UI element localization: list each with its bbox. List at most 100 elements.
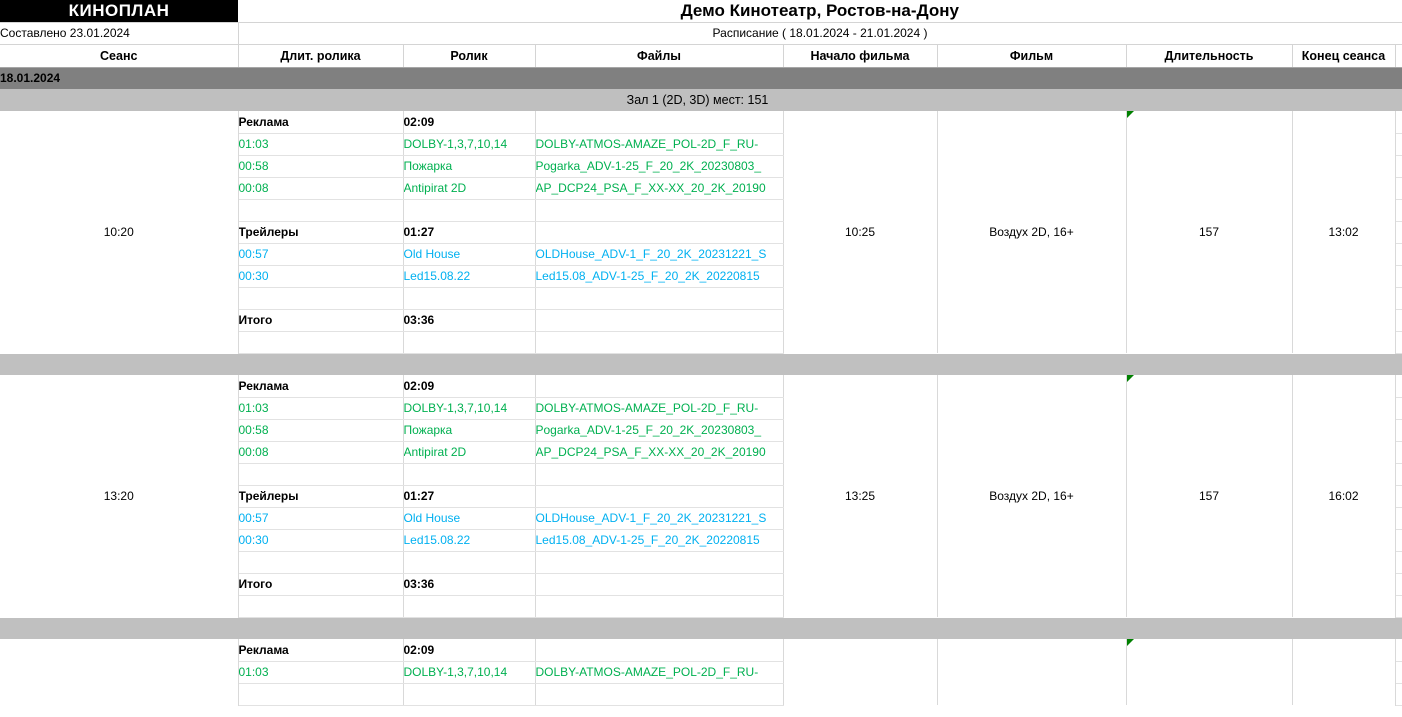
clip-name[interactable]: Пожарка bbox=[403, 419, 536, 442]
block-file-empty bbox=[535, 111, 784, 134]
clip-name[interactable]: DOLBY-1,3,7,10,14 bbox=[403, 133, 536, 156]
column-header-6[interactable]: Фильм bbox=[937, 44, 1127, 68]
spacer-duration bbox=[238, 595, 404, 618]
session-2-row: Реклама 02:09 bbox=[0, 639, 1402, 705]
row-tail bbox=[1395, 177, 1402, 200]
hall-band-row: Зал 1 (2D, 3D) мест: 151 bbox=[0, 89, 1402, 111]
row-tail bbox=[1395, 155, 1402, 178]
film-duration-value: 157 bbox=[1198, 225, 1220, 239]
row-tail bbox=[1395, 551, 1402, 574]
column-header-3[interactable]: Ролик bbox=[403, 44, 536, 68]
block-label: Итого bbox=[238, 573, 404, 596]
clip-duration: 00:30 bbox=[238, 529, 404, 552]
row-tail bbox=[1395, 639, 1402, 662]
clip-duration: 00:57 bbox=[238, 507, 404, 530]
clip-name[interactable]: Пожарка bbox=[403, 155, 536, 178]
row-tail bbox=[1395, 595, 1402, 618]
session-0-row: 10:20 Реклама 02:09 10:25 Воздух 2D, 16+ 157 1… bbox=[0, 111, 1402, 353]
block-total-duration: 03:36 bbox=[403, 309, 536, 332]
spacer-file bbox=[535, 199, 784, 222]
block-total-duration: 02:09 bbox=[403, 111, 536, 134]
spacer-duration bbox=[238, 463, 404, 486]
block-label: Итого bbox=[238, 309, 404, 332]
spacer-duration bbox=[238, 683, 404, 706]
header-row: КИНОПЛАН Демо Кинотеатр, Ростов-на-Дону bbox=[0, 0, 1402, 22]
spacer-duration bbox=[238, 287, 404, 310]
film-start-time: 10:25 bbox=[783, 111, 938, 353]
clip-name[interactable]: DOLBY-1,3,7,10,14 bbox=[403, 397, 536, 420]
block-label: Реклама bbox=[238, 639, 404, 662]
spacer-duration bbox=[238, 199, 404, 222]
column-header-1[interactable]: Сеанс bbox=[0, 44, 239, 68]
column-header-8[interactable]: Конец сеанса bbox=[1292, 44, 1396, 68]
hall-band-tail bbox=[1395, 89, 1402, 111]
clip-file[interactable]: Led15.08_ADV-1-25_F_20_2K_20220815 bbox=[535, 265, 784, 288]
block-total-duration: 02:09 bbox=[403, 639, 536, 662]
clip-file[interactable]: AP_DCP24_PSA_F_XX-XX_20_2K_20190 bbox=[535, 441, 784, 464]
clip-file[interactable]: OLDHouse_ADV-1_F_20_2K_20231221_S bbox=[535, 507, 784, 530]
block-label: Трейлеры bbox=[238, 221, 404, 244]
row-tail bbox=[1395, 221, 1402, 244]
clip-duration: 00:30 bbox=[238, 265, 404, 288]
row-tail bbox=[1395, 199, 1402, 222]
cell-note-marker-icon bbox=[1126, 111, 1134, 118]
clip-duration: 00:58 bbox=[238, 155, 404, 178]
date-band-tail bbox=[1395, 67, 1402, 89]
session-time: 13:20 bbox=[0, 375, 239, 617]
row-tail bbox=[1395, 111, 1402, 134]
column-header-5[interactable]: Начало фильма bbox=[783, 44, 938, 68]
block-total-duration: 01:27 bbox=[403, 221, 536, 244]
film-start-time bbox=[783, 639, 938, 705]
session-separator-tail bbox=[1395, 617, 1402, 639]
row-tail bbox=[1395, 419, 1402, 442]
block-total-duration: 03:36 bbox=[403, 573, 536, 596]
clip-file[interactable]: DOLBY-ATMOS-AMAZE_POL-2D_F_RU- bbox=[535, 661, 784, 684]
column-header-tail bbox=[1395, 44, 1402, 68]
clip-name[interactable]: Antipirat 2D bbox=[403, 441, 536, 464]
clip-duration: 01:03 bbox=[238, 133, 404, 156]
session-separator-band bbox=[0, 353, 1395, 375]
clip-duration: 01:03 bbox=[238, 397, 404, 420]
clip-file[interactable]: DOLBY-ATMOS-AMAZE_POL-2D_F_RU- bbox=[535, 133, 784, 156]
clip-duration: 00:08 bbox=[238, 177, 404, 200]
cell-note-marker-icon bbox=[1126, 375, 1134, 382]
clip-file[interactable]: AP_DCP24_PSA_F_XX-XX_20_2K_20190 bbox=[535, 177, 784, 200]
session-end-time: 16:02 bbox=[1292, 375, 1396, 617]
column-header-2[interactable]: Длит. ролика bbox=[238, 44, 404, 68]
session-time: 10:20 bbox=[0, 111, 239, 353]
session-separator-tail bbox=[1395, 353, 1402, 375]
block-file-empty bbox=[535, 639, 784, 662]
clip-file[interactable]: Led15.08_ADV-1-25_F_20_2K_20220815 bbox=[535, 529, 784, 552]
column-header-4[interactable]: Файлы bbox=[535, 44, 784, 68]
clip-file[interactable]: Pogarka_ADV-1-25_F_20_2K_20230803_ bbox=[535, 419, 784, 442]
row-tail bbox=[1395, 265, 1402, 288]
spacer-file bbox=[535, 331, 784, 354]
clip-name[interactable]: Old House bbox=[403, 243, 536, 266]
film-title: Воздух 2D, 16+ bbox=[937, 111, 1127, 353]
column-header-7[interactable]: Длительность bbox=[1126, 44, 1293, 68]
clip-file[interactable]: DOLBY-ATMOS-AMAZE_POL-2D_F_RU- bbox=[535, 397, 784, 420]
spacer-clip bbox=[403, 287, 536, 310]
film-title bbox=[937, 639, 1127, 705]
clip-name[interactable]: Antipirat 2D bbox=[403, 177, 536, 200]
block-file-empty bbox=[535, 375, 784, 398]
row-tail bbox=[1395, 573, 1402, 596]
session-end-time bbox=[1292, 639, 1396, 705]
block-label: Трейлеры bbox=[238, 485, 404, 508]
clip-file[interactable]: OLDHouse_ADV-1_F_20_2K_20231221_S bbox=[535, 243, 784, 266]
row-tail bbox=[1395, 463, 1402, 486]
spacer-clip bbox=[403, 595, 536, 618]
clip-name[interactable]: Led15.08.22 bbox=[403, 265, 536, 288]
row-tail bbox=[1395, 331, 1402, 354]
clip-file[interactable]: Pogarka_ADV-1-25_F_20_2K_20230803_ bbox=[535, 155, 784, 178]
spacer-duration bbox=[238, 331, 404, 354]
session-separator-1 bbox=[0, 617, 1402, 639]
clip-name[interactable]: Led15.08.22 bbox=[403, 529, 536, 552]
session-time bbox=[0, 639, 239, 705]
clip-name[interactable]: DOLBY-1,3,7,10,14 bbox=[403, 661, 536, 684]
schedule-range: Расписание ( 18.01.2024 - 21.01.2024 ) bbox=[238, 21, 1402, 45]
row-tail bbox=[1395, 507, 1402, 530]
clip-name[interactable]: Old House bbox=[403, 507, 536, 530]
row-tail bbox=[1395, 243, 1402, 266]
clip-duration: 00:57 bbox=[238, 243, 404, 266]
